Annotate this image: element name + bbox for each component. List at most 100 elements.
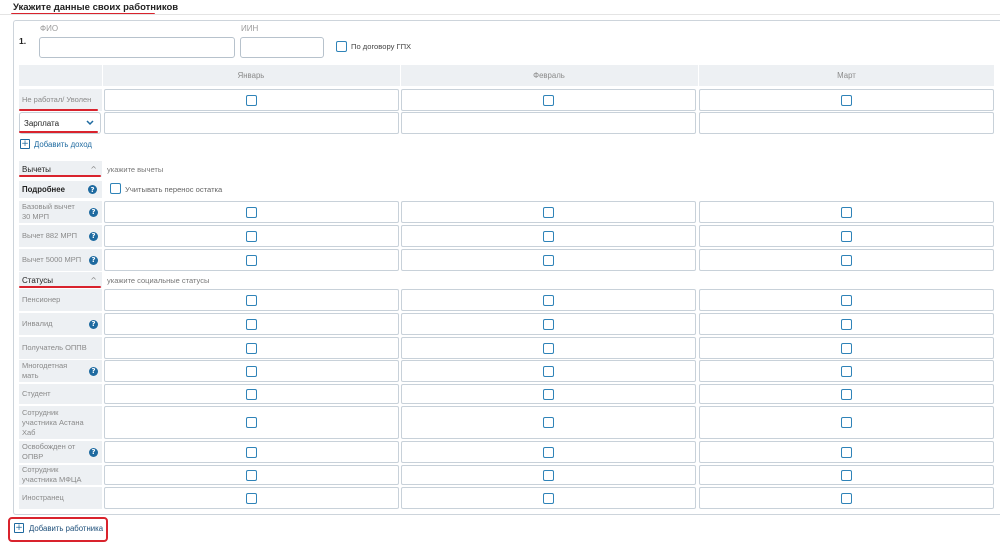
status-row-3-cell-february[interactable] [401, 337, 696, 359]
fired-cell-january[interactable] [104, 89, 399, 111]
status-row-4-checkbox-february[interactable] [543, 365, 554, 377]
status-row-3-cell-march[interactable] [699, 337, 994, 359]
status-row-5-cell-march[interactable] [699, 384, 994, 404]
fired-checkbox-february[interactable] [543, 94, 554, 106]
help-icon[interactable]: ? [88, 185, 97, 194]
status-row-1-cell-february[interactable] [401, 289, 696, 311]
income-amount-january[interactable] [104, 112, 399, 134]
status-row-6-checkbox-march[interactable] [841, 417, 852, 428]
status-row-9-cell-march[interactable] [699, 487, 994, 509]
deduction-row-3-checkbox-january[interactable] [246, 254, 257, 266]
status-row-6-cell-january[interactable] [104, 406, 399, 439]
status-row-6-cell-february[interactable] [401, 406, 696, 439]
status-row-9-checkbox-march[interactable] [841, 492, 852, 504]
help-icon[interactable]: ? [89, 366, 98, 376]
income-amount-february[interactable] [401, 112, 696, 134]
status-row-7-cell-january[interactable] [104, 441, 399, 463]
status-row-9-checkbox-january[interactable] [246, 492, 257, 504]
help-icon[interactable]: ? [89, 231, 98, 241]
status-row-3-checkbox-february[interactable] [543, 342, 554, 354]
status-row-7-cell-february[interactable] [401, 441, 696, 463]
deduction-row-2-checkbox-january[interactable] [246, 230, 257, 242]
fired-checkbox-january[interactable] [246, 94, 257, 106]
status-row-1-checkbox-march[interactable] [841, 294, 852, 306]
status-row-9-checkbox-february[interactable] [543, 492, 554, 504]
deduction-row-1-checkbox-march[interactable] [841, 206, 852, 218]
fired-cell-february[interactable] [401, 89, 696, 111]
status-row-3-checkbox-january[interactable] [246, 342, 257, 354]
status-row-5-checkbox-january[interactable] [246, 388, 257, 400]
status-row-9-cell-january[interactable] [104, 487, 399, 509]
status-row-9-label-cell: Иностранец [19, 487, 102, 509]
status-row-8-cell-march[interactable] [699, 465, 994, 485]
status-row-8-checkbox-january[interactable] [246, 469, 257, 481]
gph-checkbox[interactable] [336, 41, 347, 52]
fired-label: Не работал/ Уволен [19, 89, 102, 111]
deduction-row-2-checkbox-february[interactable] [543, 230, 554, 242]
status-row-1-checkbox-february[interactable] [543, 294, 554, 306]
status-row-8-checkbox-march[interactable] [841, 469, 852, 481]
carry-over-checkbox[interactable] [110, 183, 121, 194]
status-row-7-checkbox-march[interactable] [841, 446, 852, 458]
status-row-1-cell-january[interactable] [104, 289, 399, 311]
status-row-4-cell-january[interactable] [104, 360, 399, 382]
status-row-5-checkbox-march[interactable] [841, 388, 852, 400]
status-row-6-cell-march[interactable] [699, 406, 994, 439]
status-row-3-cell-january[interactable] [104, 337, 399, 359]
status-row-7-checkbox-january[interactable] [246, 446, 257, 458]
deduction-row-1-cell-march[interactable] [699, 201, 994, 223]
deduction-row-1-cell-february[interactable] [401, 201, 696, 223]
deduction-row-3-cell-january[interactable] [104, 249, 399, 271]
status-row-2-checkbox-february[interactable] [543, 318, 554, 330]
status-row-4-cell-february[interactable] [401, 360, 696, 382]
deduction-row-3-cell-february[interactable] [401, 249, 696, 271]
help-icon[interactable]: ? [89, 255, 98, 265]
status-row-5-cell-january[interactable] [104, 384, 399, 404]
status-row-9-cell-february[interactable] [401, 487, 696, 509]
deduction-row-2-cell-february[interactable] [401, 225, 696, 247]
deduction-row-2-cell-january[interactable] [104, 225, 399, 247]
status-row-4-cell-march[interactable] [699, 360, 994, 382]
status-row-1-cell-march[interactable] [699, 289, 994, 311]
fired-cell-march[interactable] [699, 89, 994, 111]
status-row-2-checkbox-january[interactable] [246, 318, 257, 330]
income-amount-march[interactable] [699, 112, 994, 134]
status-row-2-checkbox-march[interactable] [841, 318, 852, 330]
status-row-8-cell-february[interactable] [401, 465, 696, 485]
status-row-4-checkbox-january[interactable] [246, 365, 257, 377]
status-row-3-checkbox-march[interactable] [841, 342, 852, 354]
status-row-1-checkbox-january[interactable] [246, 294, 257, 306]
status-row-2-cell-february[interactable] [401, 313, 696, 335]
status-row-5-cell-february[interactable] [401, 384, 696, 404]
deduction-row-1-cell-january[interactable] [104, 201, 399, 223]
help-icon[interactable]: ? [89, 447, 98, 457]
deduction-row-1-checkbox-january[interactable] [246, 206, 257, 218]
deduction-row-3-cell-march[interactable] [699, 249, 994, 271]
deduction-row-3-checkbox-march[interactable] [841, 254, 852, 266]
add-income-link[interactable]: + Добавить доход [20, 139, 92, 149]
status-row-8-cell-january[interactable] [104, 465, 399, 485]
help-icon[interactable]: ? [89, 207, 98, 217]
status-row-7-cell-march[interactable] [699, 441, 994, 463]
status-row-2-cell-january[interactable] [104, 313, 399, 335]
status-row-8-checkbox-february[interactable] [543, 469, 554, 481]
deduction-row-3-checkbox-february[interactable] [543, 254, 554, 266]
status-row-5-checkbox-february[interactable] [543, 388, 554, 400]
fired-checkbox-march[interactable] [841, 94, 852, 106]
status-row-4-checkbox-march[interactable] [841, 365, 852, 377]
iin-input[interactable] [240, 37, 324, 58]
status-row-6-checkbox-january[interactable] [246, 417, 257, 428]
status-row-4-label: Многодетная мать [22, 361, 68, 380]
status-row-6-checkbox-february[interactable] [543, 417, 554, 428]
add-employee-label: Добавить работника [29, 523, 104, 533]
add-employee-button[interactable]: + Добавить работника [14, 523, 103, 533]
deduction-row-2-label-cell: Вычет 882 МРП? [19, 225, 102, 247]
help-icon[interactable]: ? [89, 319, 98, 329]
deduction-row-2-cell-march[interactable] [699, 225, 994, 247]
fio-input[interactable] [39, 37, 235, 58]
status-row-2-cell-march[interactable] [699, 313, 994, 335]
status-row-7-checkbox-february[interactable] [543, 446, 554, 458]
deduction-row-2-checkbox-march[interactable] [841, 230, 852, 242]
deductions-hint: укажите вычеты [107, 165, 164, 174]
deduction-row-1-checkbox-february[interactable] [543, 206, 554, 218]
